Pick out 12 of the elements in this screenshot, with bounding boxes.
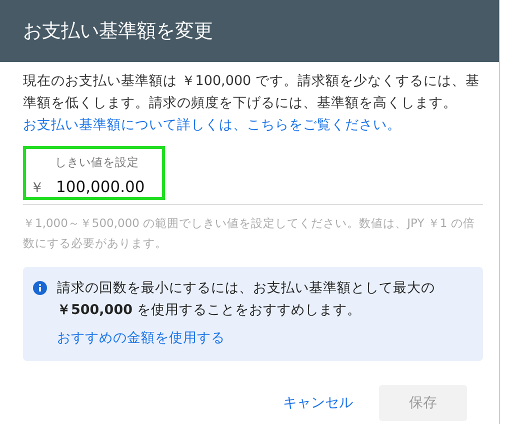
learn-more-link[interactable]: お支払い基準額について詳しくは、こちらをご覧ください。 (23, 117, 401, 133)
recommendation-text: 請求の回数を最小にするには、お支払い基準額として最大の￥500,000 を使用することをおすすめします。 (57, 279, 436, 320)
dialog-title: お支払い基準額を変更 (23, 19, 213, 44)
info-icon (33, 281, 47, 295)
use-recommended-link[interactable]: おすすめの金額を使用する (57, 329, 442, 347)
description-text: 現在のお支払い基準額は ￥100,000 です。請求額を少なくするには、基準額を低くします。請求の頻度を下げるには、基準額を高くします。 お支払い基準額について詳しくは、こちらをご覧ください。 (23, 72, 480, 135)
field-value: 100,000.00 (56, 178, 145, 196)
cancel-button[interactable]: キャンセル (275, 385, 361, 421)
threshold-field[interactable]: しきい値を設定 ￥ 100,000.00 (23, 146, 483, 205)
field-label: しきい値を設定 (55, 155, 140, 170)
currency-prefix: ￥ (30, 179, 44, 197)
helper-text: ￥1,000～￥500,000 の範囲でしきい値を設定してください。数値は、JPY ￥1 の倍数にする必要があります。 (23, 215, 476, 252)
